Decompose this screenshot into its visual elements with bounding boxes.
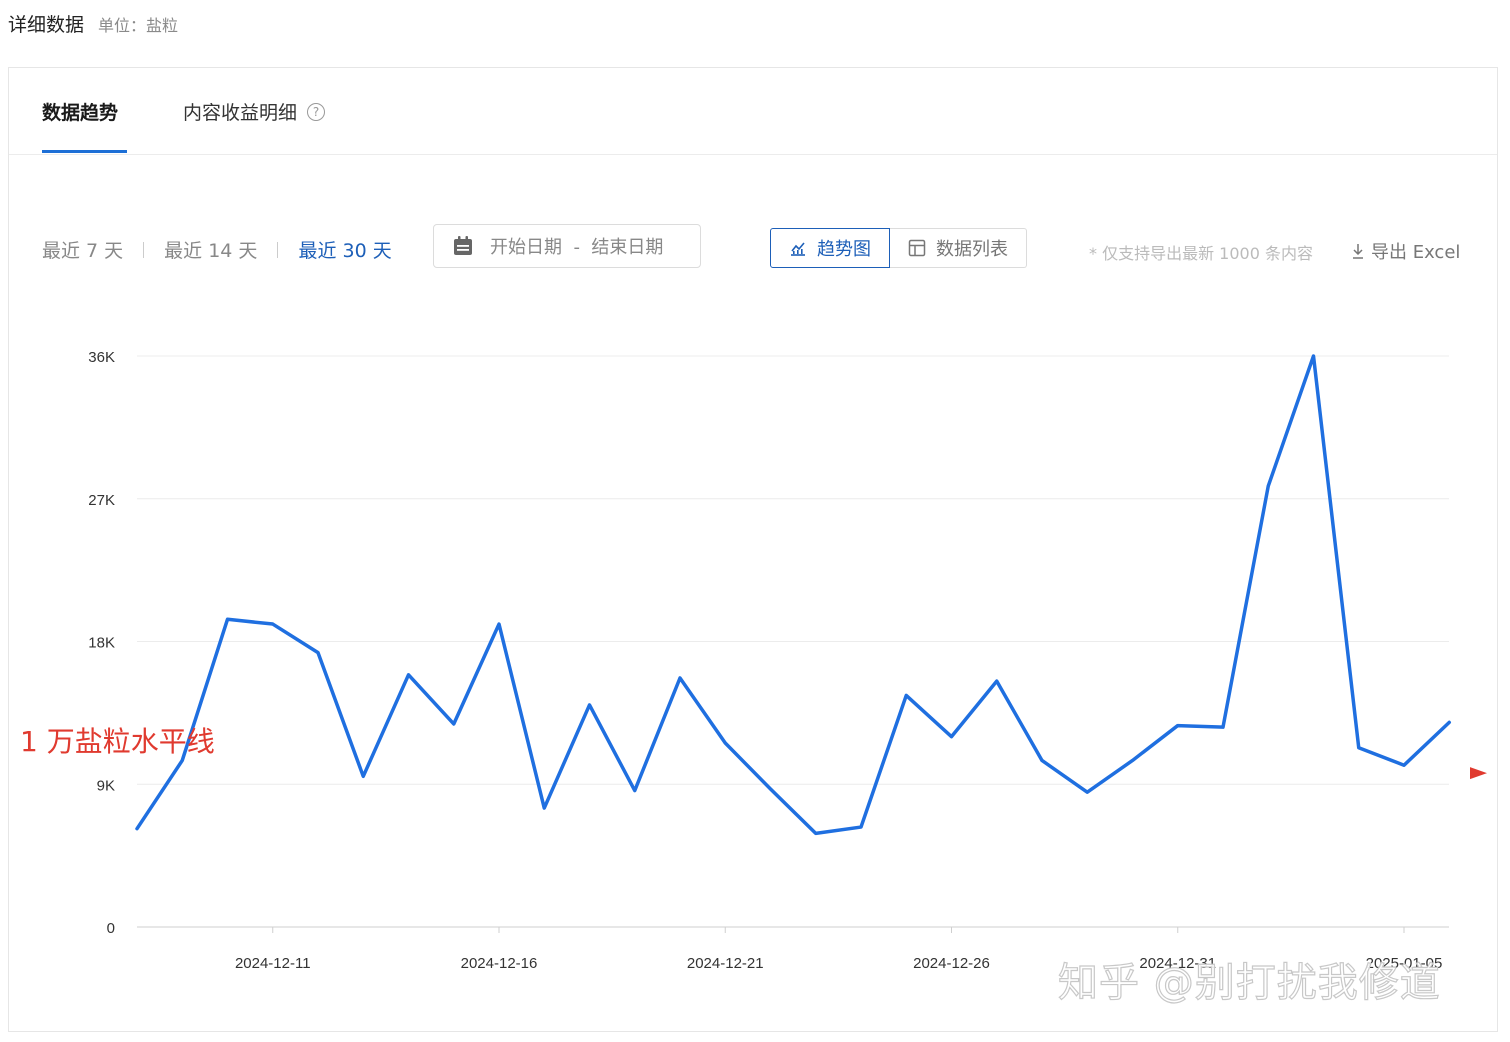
trend-line-chart: 0 9K 18K 27K 36K 2024-12-11 2024-12-16 2024-12-… — [14, 349, 1487, 972]
y-tick-label: 9K — [97, 777, 115, 794]
x-tick-label: 2024-12-26 — [913, 955, 990, 972]
x-tick-label: 2024-12-21 — [687, 955, 764, 972]
watermark: 知乎 @别打扰我修道 — [1057, 959, 1441, 1006]
y-tick-label: 18K — [88, 635, 115, 652]
x-tick-label: 2024-12-16 — [461, 955, 538, 972]
y-tick-label: 36K — [88, 349, 115, 366]
y-tick-label: 0 — [107, 920, 115, 937]
series-line — [135, 354, 1451, 836]
threshold-annotation-label: 1 万盐粒水平线 — [20, 725, 215, 758]
x-tick-label: 2024-12-11 — [235, 955, 311, 972]
y-tick-label: 27K — [88, 492, 115, 509]
threshold-arrowhead — [1470, 767, 1487, 780]
